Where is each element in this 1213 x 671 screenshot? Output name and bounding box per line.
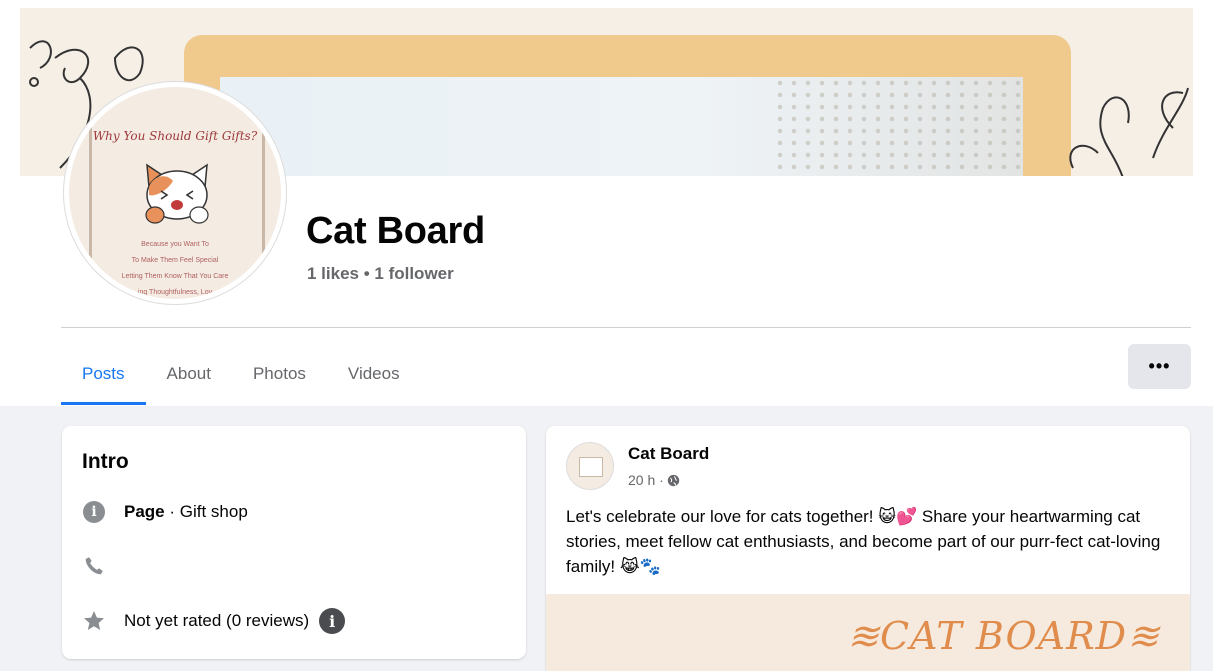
post-time[interactable]: 20 h · xyxy=(628,472,664,488)
avatar-headline: Why You Should Gift Gifts? xyxy=(92,129,258,143)
post-image[interactable]: ≋CAT BOARD≋ xyxy=(546,594,1190,671)
category-label: Page xyxy=(124,502,165,521)
post-author-avatar[interactable] xyxy=(566,442,614,490)
flower-doodle-right xyxy=(1069,87,1189,176)
profile-tabs: Posts About Photos Videos xyxy=(61,343,421,405)
phone-icon xyxy=(85,557,103,575)
page-title: Cat Board xyxy=(306,210,485,252)
post-meta: 20 h · xyxy=(628,472,680,488)
cat-illustration xyxy=(145,163,209,224)
tab-about[interactable]: About xyxy=(146,343,232,405)
post-card: Cat Board 20 h · Let's celebrate our lov… xyxy=(546,426,1190,671)
tab-photos[interactable]: Photos xyxy=(232,343,327,405)
globe-icon xyxy=(667,474,679,486)
intro-card: Intro i Page · Gift shop Not yet rated (… xyxy=(62,426,526,659)
intro-category: i Page · Gift shop xyxy=(82,500,248,524)
page-stats[interactable]: 1 likes • 1 follower xyxy=(307,264,454,284)
intro-phone xyxy=(82,554,124,578)
avatar-line: Because you Want To xyxy=(141,241,209,248)
more-options-button[interactable]: ••• xyxy=(1128,344,1191,389)
post-author-name[interactable]: Cat Board xyxy=(628,444,709,464)
avatar-line: To Make Them Feel Special xyxy=(131,257,219,264)
avatar-line: Letting Them Know That You Care xyxy=(121,273,229,280)
post-text: Let's celebrate our love for cats togeth… xyxy=(566,507,1161,576)
avatar-line: ing Thoughtfulness, Lov xyxy=(137,289,213,296)
tab-videos[interactable]: Videos xyxy=(327,343,421,405)
star-icon xyxy=(84,611,104,630)
info-icon: i xyxy=(83,501,105,523)
more-icon: ••• xyxy=(1148,356,1171,376)
header-divider xyxy=(61,327,1191,328)
rating-text: Not yet rated (0 reviews) xyxy=(124,611,310,630)
category-value: · Gift shop xyxy=(164,502,248,521)
profile-picture[interactable]: Why You Should Gift Gifts? Because you W… xyxy=(64,82,286,304)
tab-posts[interactable]: Posts xyxy=(61,343,146,405)
intro-title: Intro xyxy=(82,450,129,473)
intro-rating: Not yet rated (0 reviews) i xyxy=(82,608,346,634)
info-icon[interactable]: i xyxy=(319,608,346,634)
banner-text: ≋CAT BOARD≋ xyxy=(847,614,1160,658)
cover-image xyxy=(220,77,1023,176)
page-header: Why You Should Gift Gifts? Because you W… xyxy=(0,0,1213,406)
